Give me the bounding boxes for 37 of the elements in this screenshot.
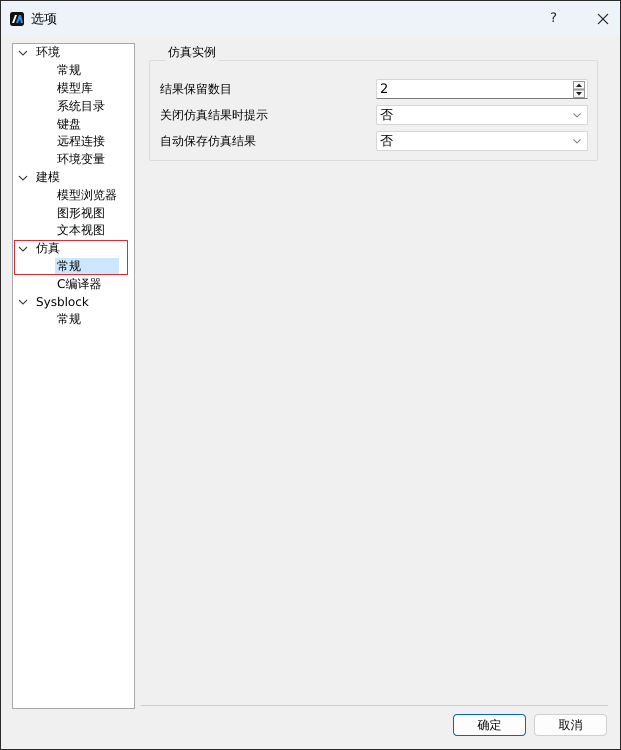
chevron-icon[interactable] [18, 174, 28, 181]
dialog-button[interactable]: 确定 [453, 714, 526, 736]
chevron-icon[interactable] [18, 50, 28, 56]
field-label: 自动保存仿真结果 [160, 132, 257, 150]
tree-item[interactable]: 模型库 [55, 80, 119, 97]
tree-item[interactable]: 模型浏览器 [55, 186, 119, 204]
group-title: 仿真实例 [167, 45, 217, 61]
tree-item[interactable]: 图形视图 [55, 204, 119, 222]
dialog-button[interactable]: 取消 [534, 714, 607, 736]
tree-item[interactable]: 建模 [34, 168, 119, 186]
tree-item[interactable]: 文本视图 [55, 222, 119, 240]
field-label: 结果保留数目 [160, 80, 233, 98]
chevron-icon[interactable] [18, 246, 28, 252]
close-button[interactable] [597, 12, 609, 24]
chevron-down-icon [573, 138, 581, 144]
chevron-icon[interactable] [18, 299, 28, 306]
tree-item[interactable]: 系统目录 [55, 98, 119, 115]
app-logo-icon [10, 12, 24, 26]
tree-item[interactable]: 常规 [55, 311, 119, 328]
number-spinbox[interactable]: 2 [376, 79, 588, 99]
tree-item[interactable]: 常规 [55, 62, 119, 80]
field-label: 关闭仿真结果时提示 [160, 106, 269, 124]
help-button[interactable]: ? [546, 11, 561, 26]
tree-item[interactable]: 常规 [55, 258, 119, 275]
tree-item[interactable]: 环境 [34, 44, 119, 62]
tree-item[interactable]: 键盘 [55, 116, 119, 133]
chevron-down-icon [573, 112, 581, 118]
tree-item[interactable]: 远程连接 [55, 133, 119, 150]
tree-item[interactable]: Sysblock [34, 294, 119, 311]
close-icon [597, 12, 609, 24]
tree-item[interactable]: 仿真 [34, 240, 119, 258]
spin-arrows-icon[interactable] [573, 80, 585, 98]
window-title: 选项 [31, 10, 57, 28]
tree-item[interactable]: C编译器 [55, 276, 119, 293]
dropdown[interactable]: 否 [376, 105, 588, 125]
dropdown[interactable]: 否 [376, 131, 588, 151]
tree-item[interactable]: 环境变量 [55, 151, 119, 168]
